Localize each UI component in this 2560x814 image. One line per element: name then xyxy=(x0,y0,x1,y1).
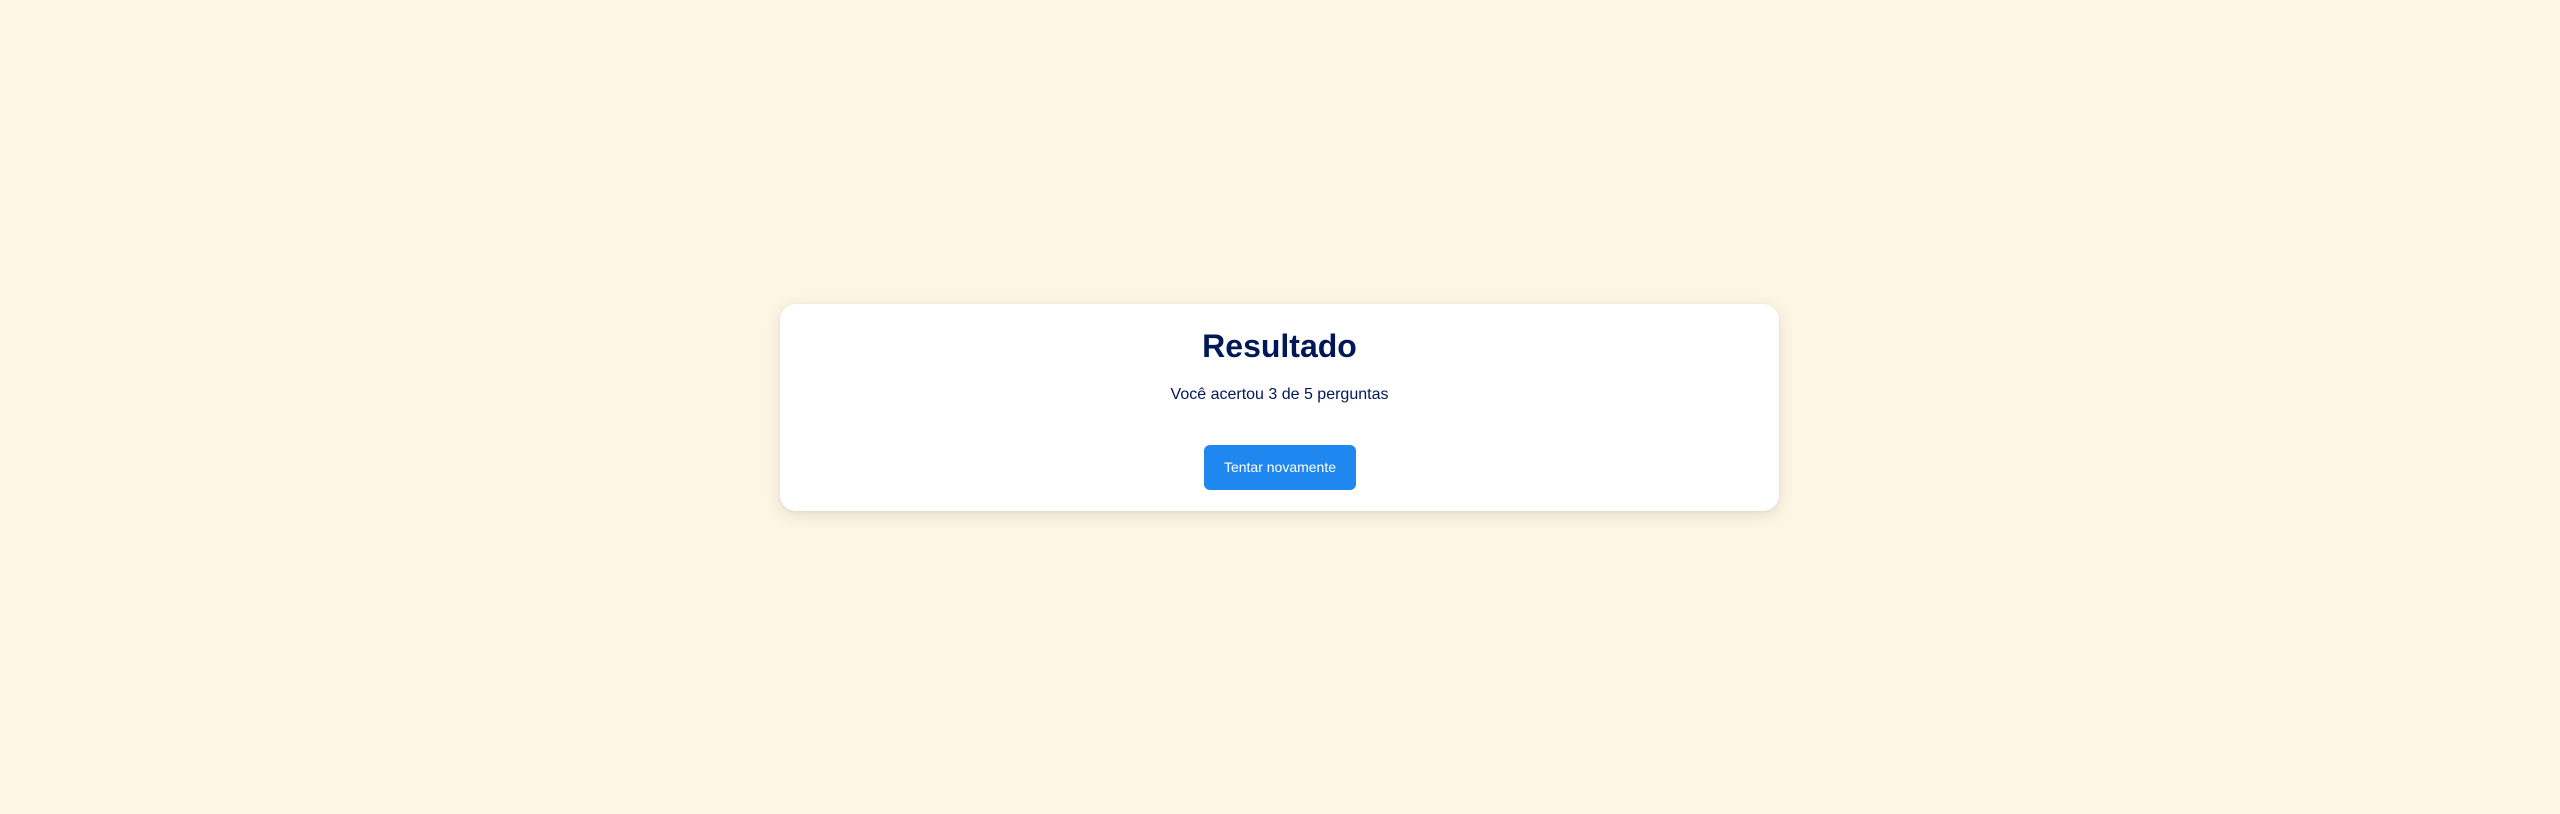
result-card: Resultado Você acertou 3 de 5 perguntas … xyxy=(780,304,1779,511)
score-summary: Você acertou 3 de 5 perguntas xyxy=(1170,386,1389,403)
retry-button[interactable]: Tentar novamente xyxy=(1204,445,1356,490)
result-title: Resultado xyxy=(1202,328,1357,364)
